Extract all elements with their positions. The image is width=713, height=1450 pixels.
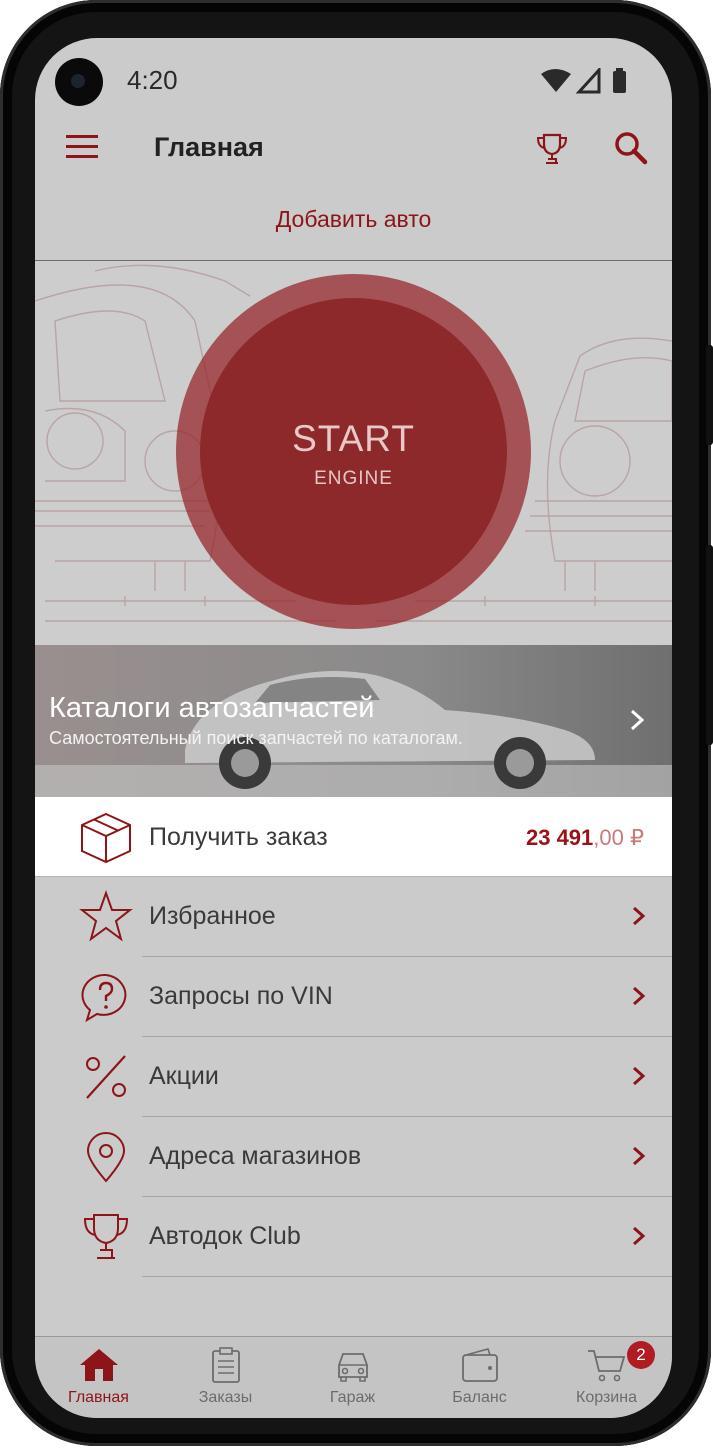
percent-icon (86, 1055, 126, 1099)
chevron-right-icon (633, 906, 646, 926)
price-decimal: ,00 (593, 825, 624, 850)
get-order-label: Получить заказ (149, 823, 328, 851)
signal-icon (575, 68, 601, 94)
home-icon (80, 1349, 118, 1381)
box-icon (81, 812, 131, 864)
nav-label: Гараж (329, 1389, 376, 1406)
nav-orders[interactable]: Заказы (162, 1337, 289, 1418)
nav-cart[interactable]: 2 Корзина (543, 1337, 670, 1418)
question-bubble-icon (81, 973, 127, 1023)
chevron-right-icon (633, 1066, 646, 1086)
app-toolbar (35, 128, 672, 192)
nav-home[interactable]: Главная (35, 1337, 162, 1418)
camera-lens (71, 74, 85, 88)
wallet-icon (462, 1348, 498, 1382)
menu-item-autodoc-club[interactable]: Автодок Club (35, 1197, 672, 1277)
start-label: START (292, 418, 415, 459)
star-icon (79, 890, 133, 942)
cart-count-badge: 2 (627, 1341, 655, 1369)
nav-balance[interactable]: Баланс (416, 1337, 543, 1418)
menu-item-favorites[interactable]: Избранное (35, 877, 672, 957)
trophy-icon[interactable] (535, 132, 569, 166)
search-icon[interactable] (613, 130, 649, 166)
screen: 4:20 Главная Добавить авто START ENGINE … (35, 38, 672, 1418)
catalog-subtitle: Самостоятельный поиск запчастей по катал… (49, 728, 463, 748)
menu-item-label: Избранное (149, 902, 276, 930)
menu-item-label: Запросы по VIN (149, 982, 333, 1010)
page-title: Главная (154, 132, 264, 162)
chevron-right-icon (633, 1146, 646, 1166)
menu-item-label: Автодок Club (149, 1222, 301, 1250)
menu-item-label: Акции (149, 1062, 219, 1090)
bottom-navigation: Главная Заказы Гараж Баланс 2 Корзина (35, 1336, 672, 1418)
order-price: 23 491,00 ₽ (526, 825, 644, 851)
menu-item-promotions[interactable]: Акции (35, 1037, 672, 1117)
clipboard-icon (212, 1347, 240, 1383)
menu-item-vin-requests[interactable]: Запросы по VIN (35, 957, 672, 1037)
status-icons (541, 68, 626, 94)
nav-label: Заказы (198, 1389, 253, 1406)
catalog-title: Каталоги автозапчастей (49, 692, 375, 724)
divider (142, 1276, 672, 1277)
chevron-right-icon (630, 709, 645, 731)
map-pin-icon (86, 1132, 126, 1183)
power-button (706, 545, 713, 745)
add-car-link[interactable]: Добавить авто (35, 206, 672, 233)
price-main: 23 491 (525, 825, 594, 850)
menu-item-store-addresses[interactable]: Адреса магазинов (35, 1117, 672, 1197)
wifi-icon (541, 69, 571, 92)
menu-item-label: Адреса магазинов (149, 1142, 362, 1170)
nav-label: Корзина (576, 1389, 637, 1406)
nav-garage[interactable]: Гараж (289, 1337, 416, 1418)
hamburger-menu-icon[interactable] (65, 134, 99, 160)
nav-label: Баланс (452, 1389, 507, 1406)
cart-icon (588, 1350, 626, 1382)
volume-button (706, 345, 713, 445)
chevron-right-icon (633, 1226, 646, 1246)
chevron-right-icon (633, 986, 646, 1006)
car-icon (338, 1353, 368, 1382)
status-time: 4:20 (127, 65, 178, 95)
battery-icon (613, 71, 626, 93)
trophy-icon (83, 1214, 129, 1259)
nav-label: Главная (68, 1389, 129, 1406)
currency-symbol: ₽ (630, 825, 644, 850)
engine-label: ENGINE (314, 468, 393, 489)
